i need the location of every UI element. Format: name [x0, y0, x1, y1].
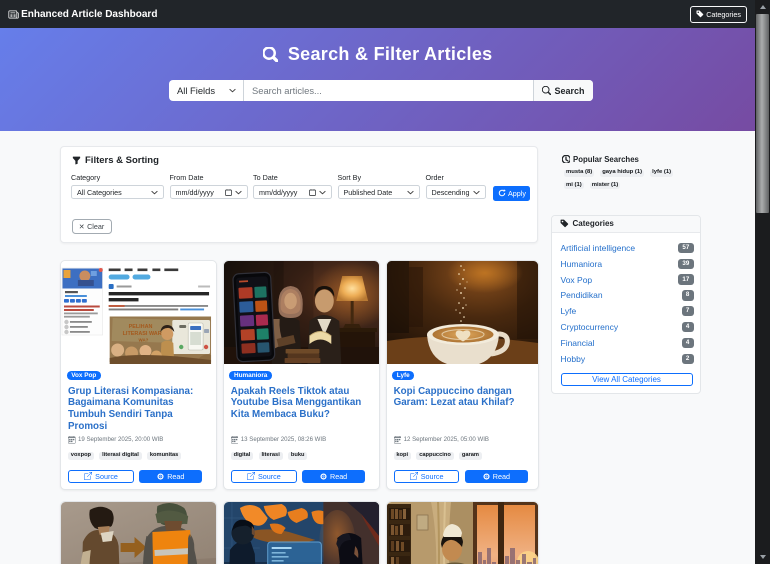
svg-text:WA?: WA?: [139, 337, 149, 342]
svg-text:LITERASI WAR: LITERASI WAR: [123, 331, 162, 337]
svg-text:PELIHAN: PELIHAN: [129, 324, 153, 330]
